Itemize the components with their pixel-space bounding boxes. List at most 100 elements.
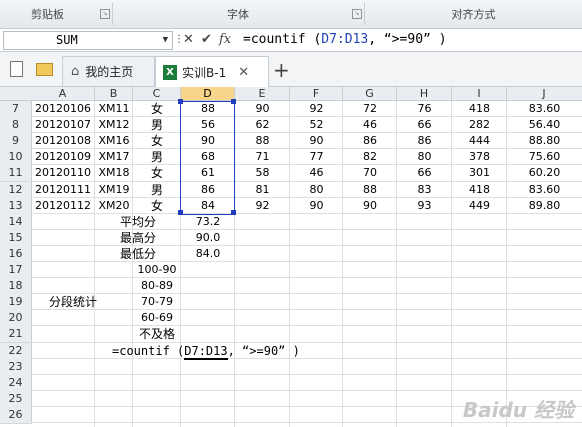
- row-header-21[interactable]: 21: [0, 326, 32, 344]
- ribbon-group-clipboard[interactable]: 剪贴板: [0, 0, 95, 28]
- row-header-13[interactable]: 13: [0, 197, 32, 215]
- row-header-10[interactable]: 10: [0, 149, 32, 167]
- add-tab-icon[interactable]: +: [273, 58, 290, 82]
- cell-a8: 20120107: [35, 118, 91, 132]
- selection-handle[interactable]: [231, 209, 236, 215]
- new-document-icon[interactable]: [10, 61, 23, 77]
- row-header-15[interactable]: 15: [0, 229, 32, 247]
- cell-e13: 92: [255, 198, 270, 212]
- average-value: 73.2: [195, 214, 221, 228]
- close-icon[interactable]: ✕: [238, 65, 249, 80]
- cell-g13: 90: [363, 198, 377, 212]
- select-all-corner[interactable]: [0, 87, 32, 101]
- cell-f13: 90: [309, 198, 324, 212]
- dialog-launcher-icon[interactable]: ↘: [100, 9, 110, 19]
- home-icon: ⌂: [71, 64, 80, 79]
- edit-range-ref: D7:D13: [184, 343, 228, 360]
- edit-prefix: =countif (: [112, 343, 185, 358]
- column-header-extra: [578, 87, 582, 101]
- insert-function-icon[interactable]: fx: [219, 32, 231, 47]
- cell-i13: 449: [469, 198, 490, 212]
- selection-handle[interactable]: [178, 209, 183, 215]
- ribbon-group-alignment[interactable]: 对齐方式: [365, 0, 582, 28]
- column-header-g[interactable]: G: [343, 87, 397, 101]
- column-header-h[interactable]: H: [397, 87, 452, 101]
- cell-g7: 72: [363, 102, 377, 115]
- row-header-26[interactable]: 26: [0, 406, 32, 424]
- cell-h11: 66: [417, 166, 432, 180]
- cell-a13: 20120112: [35, 198, 91, 212]
- cell-f12: 80: [309, 182, 324, 196]
- cell-f7: 92: [309, 102, 324, 115]
- row-header-16[interactable]: 16: [0, 245, 32, 263]
- row-header-7[interactable]: 7: [0, 101, 32, 118]
- min-label: 最低分: [119, 246, 156, 261]
- row-header-19[interactable]: 19: [0, 294, 32, 312]
- cell-b9: XM16: [98, 134, 130, 148]
- segment-range: 100-90: [137, 263, 177, 276]
- cell-f11: 46: [309, 166, 324, 180]
- spreadsheet-icon: X: [163, 64, 177, 80]
- row-header-12[interactable]: 12: [0, 181, 32, 199]
- selection-handle[interactable]: [178, 99, 183, 104]
- row-header-25[interactable]: 25: [0, 390, 32, 408]
- column-header-f[interactable]: F: [290, 87, 343, 101]
- ribbon-group-font[interactable]: 字体: [113, 0, 363, 28]
- row-header-20[interactable]: 20: [0, 310, 32, 328]
- document-tab-bar: ⌂ 我的主页 X 实训B-1 ✕ +: [0, 52, 582, 87]
- cancel-icon[interactable]: ✕: [183, 32, 194, 47]
- chevron-down-icon[interactable]: ▼: [163, 32, 168, 49]
- cell-i12: 418: [469, 182, 490, 196]
- segment-range: 70-79: [141, 295, 173, 309]
- segment-range: 80-89: [141, 279, 173, 293]
- cell-e11: 58: [255, 166, 270, 180]
- cell-h12: 83: [417, 182, 432, 196]
- column-header-j[interactable]: J: [507, 87, 582, 101]
- cell-j8: 56.40: [528, 118, 561, 132]
- row-header-8[interactable]: 8: [0, 117, 32, 135]
- row-header-23[interactable]: 23: [0, 358, 32, 376]
- row-header-14[interactable]: 14: [0, 213, 32, 231]
- row-header-17[interactable]: 17: [0, 262, 32, 279]
- column-header-i[interactable]: I: [452, 87, 507, 101]
- cell-a9: 20120108: [35, 134, 91, 148]
- column-header-b[interactable]: B: [95, 87, 133, 101]
- column-header-c[interactable]: C: [133, 87, 181, 101]
- row-header-9[interactable]: 9: [0, 133, 32, 151]
- tab-workbook[interactable]: X 实训B-1 ✕: [155, 56, 269, 87]
- folder-icon[interactable]: [36, 63, 53, 76]
- max-label: 最高分: [119, 230, 156, 245]
- tab-label: 我的主页: [85, 65, 134, 79]
- cell-g9: 86: [363, 134, 377, 148]
- column-header-d[interactable]: D: [181, 87, 235, 101]
- cell-b11: XM18: [98, 166, 130, 180]
- row-header-24[interactable]: 24: [0, 374, 32, 392]
- formula-bar: SUM ▼ ⋮ ✕ ✔ fx =countif (D7:D13, “>=90” …: [0, 29, 582, 52]
- dialog-launcher-icon[interactable]: ↘: [352, 9, 362, 19]
- segment-title: 分段统计: [48, 295, 97, 310]
- editing-cell[interactable]: =countif (D7:D13, “>=90” ): [112, 343, 332, 360]
- cell-e8: 62: [255, 118, 270, 132]
- cell-b8: XM12: [98, 118, 130, 132]
- cell-g11: 70: [363, 166, 377, 180]
- formula-prefix: =countif (: [243, 32, 322, 47]
- row-header-11[interactable]: 11: [0, 165, 32, 183]
- name-box[interactable]: SUM ▼: [3, 31, 173, 50]
- cell-e7: 90: [255, 102, 270, 115]
- name-box-value: SUM: [56, 33, 78, 47]
- cell-c10: 男: [150, 150, 163, 165]
- cell-c8: 男: [150, 118, 163, 133]
- enter-check-icon[interactable]: ✔: [201, 32, 212, 47]
- formula-input[interactable]: =countif (D7:D13, “>=90” ): [243, 30, 579, 49]
- tab-home[interactable]: ⌂ 我的主页: [62, 56, 155, 86]
- spreadsheet-grid[interactable]: A B C D E F G H I J 7 8 9 10 11 12 13 14 15 16 17 18 19 20 21 22 2…: [0, 87, 582, 427]
- selection-handle[interactable]: [231, 99, 236, 104]
- row-header-22[interactable]: 22: [0, 342, 32, 360]
- cell-h7: 76: [417, 102, 432, 115]
- cell-c7: 女: [150, 102, 163, 116]
- column-header-a[interactable]: A: [31, 87, 95, 101]
- cell-c12: 男: [150, 182, 163, 197]
- column-header-e[interactable]: E: [235, 87, 290, 101]
- cell-i8: 282: [469, 118, 490, 132]
- row-header-18[interactable]: 18: [0, 278, 32, 296]
